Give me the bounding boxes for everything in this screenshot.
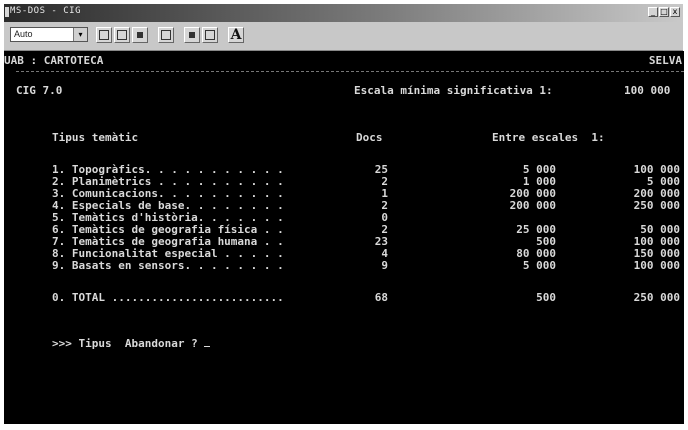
maximize-button[interactable]: □ [659, 7, 669, 17]
total-label: 0. TOTAL .......................... [52, 291, 284, 304]
terminal-screen[interactable]: UAB : CARTOTECA SELVA CIG 7.0 Escala mín… [4, 51, 684, 424]
header-left: UAB : CARTOTECA [4, 54, 104, 67]
copy-button[interactable] [114, 27, 130, 43]
close-button[interactable]: x [670, 7, 680, 17]
full-screen-icon [161, 30, 171, 40]
row-label: 9. Basats en sensors. . . . . . . . [52, 259, 284, 272]
row-docs: 9 [381, 259, 388, 272]
minimize-button[interactable]: _ [648, 7, 658, 17]
system-menu-icon[interactable] [5, 7, 9, 17]
divider [16, 71, 684, 72]
row-min: 5 000 [522, 259, 556, 272]
command-prompt[interactable]: >>> Tipus Abandonar ? [52, 336, 211, 350]
title-bar: MS-DOS - CIG _ □ x [4, 4, 683, 22]
app-version: CIG 7.0 [16, 84, 63, 97]
total-docs: 68 [374, 291, 388, 304]
mark-button[interactable] [96, 27, 112, 43]
window-title: MS-DOS - CIG [10, 6, 82, 16]
row-min: 200 000 [509, 199, 556, 212]
background-button[interactable] [202, 27, 218, 43]
font-button[interactable]: A [228, 27, 244, 43]
mark-icon [99, 30, 109, 40]
font-size-value: Auto [14, 29, 33, 39]
full-screen-button[interactable] [158, 27, 174, 43]
col-type-header: Tipus temàtic [52, 131, 139, 144]
total-min: 500 [536, 291, 556, 304]
properties-button[interactable] [184, 27, 200, 43]
prompt-text: >>> Tipus Abandonar ? [52, 337, 205, 350]
paste-icon [137, 32, 143, 38]
font-size-select[interactable]: Auto ▾ [10, 27, 88, 42]
header-right: SELVA [648, 54, 682, 67]
scale-label: Escala mínima significativa 1: [354, 84, 553, 97]
chevron-down-icon[interactable]: ▾ [73, 28, 87, 41]
background-icon [205, 30, 215, 40]
scale-value: 100 000 [624, 84, 671, 97]
col-scales-header: Entre escales 1: [492, 131, 605, 144]
col-docs-header: Docs [356, 131, 383, 144]
toolbar: Auto ▾ A [4, 22, 683, 51]
paste-button[interactable] [132, 27, 148, 43]
row-max: 100 000 [633, 259, 680, 272]
text-cursor [204, 336, 211, 347]
total-max: 250 000 [633, 291, 680, 304]
copy-icon [117, 30, 127, 40]
properties-icon [189, 32, 195, 38]
dos-window: { "window": { "title": "MS-DOS - CIG", "… [0, 0, 688, 430]
row-max: 250 000 [633, 199, 680, 212]
